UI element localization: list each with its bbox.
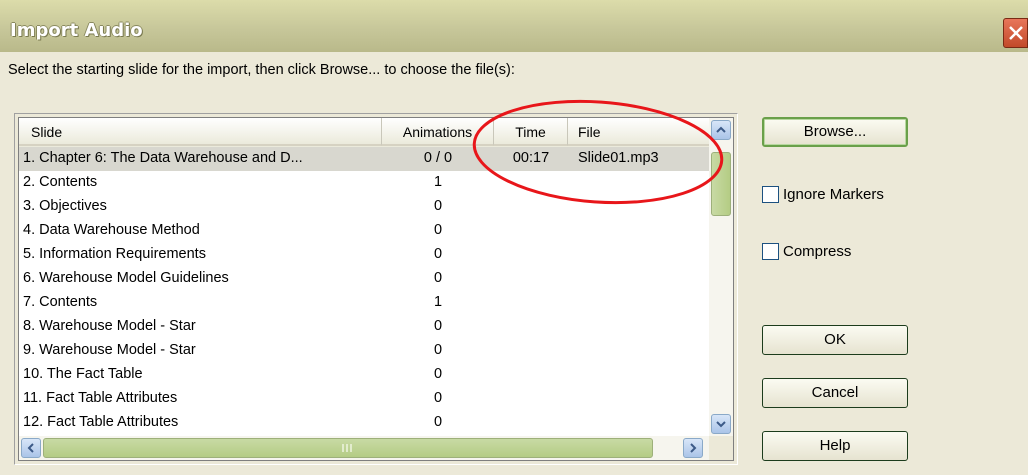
cell-animations: 1 <box>433 174 443 190</box>
cell-slide: 1. Chapter 6: The Data Warehouse and D..… <box>23 150 303 166</box>
close-button[interactable] <box>1003 18 1028 48</box>
ignore-markers-checkbox[interactable]: Ignore Markers <box>762 185 884 204</box>
cell-slide: 8. Warehouse Model - Star <box>23 318 196 334</box>
grip-icon <box>342 444 352 452</box>
cell-slide: 6. Warehouse Model Guidelines <box>23 270 229 286</box>
table-row[interactable]: 10. The Fact Table 0 <box>19 363 709 387</box>
cell-time: 00:17 <box>512 150 550 166</box>
cell-animations: 0 <box>433 270 443 286</box>
cell-slide: 12. Fact Table Attributes <box>23 414 179 430</box>
scroll-down-button[interactable] <box>711 414 731 434</box>
compress-checkbox[interactable]: Compress <box>762 242 852 261</box>
cell-animations: 0 <box>433 414 443 430</box>
column-header-file[interactable]: File <box>568 118 709 146</box>
scrollbar-corner <box>709 436 733 460</box>
cell-file: Slide01.mp3 <box>578 150 659 166</box>
cell-slide: 7. Contents <box>23 294 98 310</box>
table-row[interactable]: 7. Contents 1 <box>19 291 709 315</box>
ignore-markers-box[interactable] <box>762 185 779 203</box>
cell-animations: 0 <box>433 222 443 238</box>
cell-animations: 0 <box>433 318 443 334</box>
cell-animations: 0 / 0 <box>423 150 453 166</box>
table-row[interactable]: 8. Warehouse Model - Star 0 <box>19 315 709 339</box>
column-header-slide[interactable]: Slide <box>19 118 382 146</box>
ignore-markers-label: Ignore Markers <box>783 186 884 203</box>
table-row[interactable]: 12. Fact Table Attributes 0 <box>19 411 709 435</box>
horizontal-scrollbar[interactable] <box>19 436 709 460</box>
table-row[interactable]: 4. Data Warehouse Method 0 <box>19 219 709 243</box>
window-title: Import Audio <box>10 20 143 41</box>
scroll-up-button[interactable] <box>711 120 731 140</box>
column-header-animations[interactable]: Animations <box>382 118 494 146</box>
scroll-left-button[interactable] <box>21 438 41 458</box>
slide-list[interactable]: Slide Animations Time File 1. Chapter 6:… <box>18 117 734 461</box>
cell-slide: 4. Data Warehouse Method <box>23 222 200 238</box>
arrow-down-icon <box>716 421 726 428</box>
cell-animations: 0 <box>433 366 443 382</box>
title-bar: Import Audio <box>0 0 1028 52</box>
help-button[interactable]: Help <box>762 431 908 461</box>
arrow-left-icon <box>27 443 34 453</box>
browse-button[interactable]: Browse... <box>762 117 908 147</box>
cell-slide: 3. Objectives <box>23 198 107 214</box>
close-icon <box>1009 26 1023 40</box>
cell-slide: 9. Warehouse Model - Star <box>23 342 196 358</box>
cell-slide: 10. The Fact Table <box>23 366 143 382</box>
compress-label: Compress <box>783 243 852 260</box>
table-row[interactable]: 2. Contents 1 <box>19 171 709 195</box>
column-header-time[interactable]: Time <box>494 118 568 146</box>
ok-button[interactable]: OK <box>762 325 908 355</box>
arrow-right-icon <box>690 443 697 453</box>
list-header: Slide Animations Time File <box>19 118 709 147</box>
table-row[interactable]: 1. Chapter 6: The Data Warehouse and D..… <box>19 147 709 171</box>
table-row[interactable]: 5. Information Requirements 0 <box>19 243 709 267</box>
scroll-right-button[interactable] <box>683 438 703 458</box>
cell-animations: 0 <box>433 342 443 358</box>
cancel-button[interactable]: Cancel <box>762 378 908 408</box>
table-row[interactable]: 11. Fact Table Attributes 0 <box>19 387 709 411</box>
table-row[interactable]: 6. Warehouse Model Guidelines 0 <box>19 267 709 291</box>
vertical-scroll-thumb[interactable] <box>711 152 731 216</box>
cell-slide: 11. Fact Table Attributes <box>23 390 178 406</box>
cell-animations: 0 <box>433 198 443 214</box>
table-row[interactable]: 9. Warehouse Model - Star 0 <box>19 339 709 363</box>
vertical-scrollbar[interactable] <box>709 118 733 436</box>
cell-animations: 1 <box>433 294 443 310</box>
cell-slide: 5. Information Requirements <box>23 246 206 262</box>
cell-animations: 0 <box>433 390 443 406</box>
compress-box[interactable] <box>762 242 779 260</box>
cell-slide: 2. Contents <box>23 174 98 190</box>
cell-animations: 0 <box>433 246 443 262</box>
table-row[interactable]: 3. Objectives 0 <box>19 195 709 219</box>
horizontal-scroll-thumb[interactable] <box>43 438 653 458</box>
arrow-up-icon <box>716 126 726 133</box>
instruction-text: Select the starting slide for the import… <box>8 62 515 78</box>
